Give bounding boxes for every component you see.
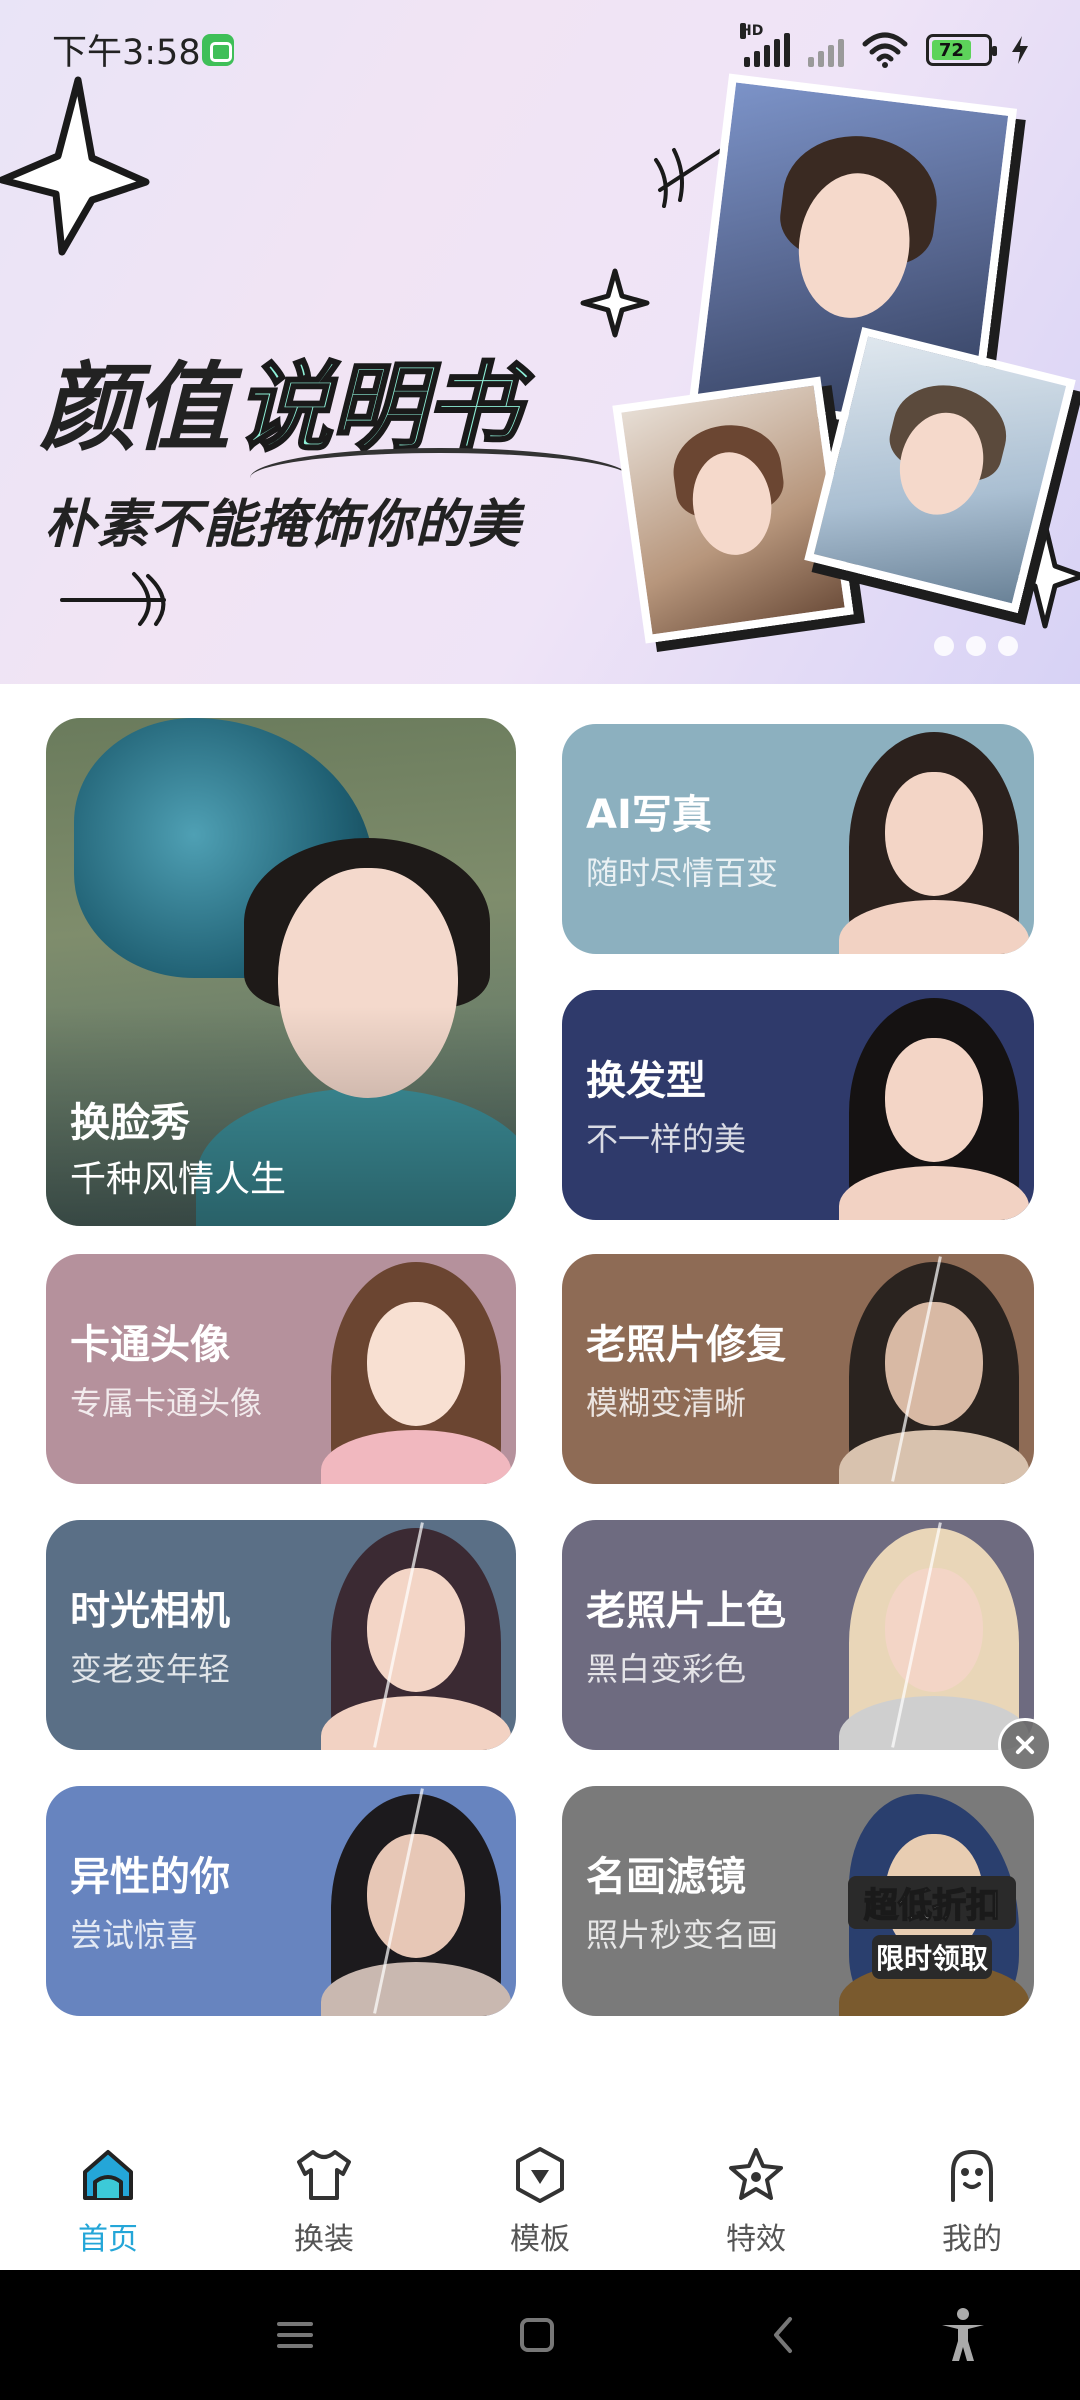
hero-banner[interactable]: 下午3:58 HD 72 颜值说明书 朴素不能掩饰你的美 <box>0 0 1080 684</box>
card-title: 老照片修复 <box>586 1322 786 1368</box>
banner-pagination <box>934 636 1018 656</box>
template-icon <box>516 2147 564 2203</box>
square-home-icon <box>520 2318 554 2352</box>
battery-icon: 72 <box>926 34 997 66</box>
hd-label: HD <box>740 23 764 39</box>
card-artwork <box>819 1254 1034 1484</box>
back-button[interactable] <box>752 2304 814 2366</box>
tab-effects[interactable]: 特效 <box>648 2126 864 2270</box>
star-icon <box>729 2148 783 2200</box>
card-artwork <box>301 1520 516 1750</box>
banner-title-accent: 说明书 <box>235 351 522 466</box>
feature-card-hairstyle[interactable]: 换发型 不一样的美 <box>562 990 1034 1220</box>
card-artwork <box>819 990 1034 1220</box>
status-bar: 下午3:58 HD 72 <box>0 0 1080 100</box>
close-promo-button[interactable] <box>998 1718 1052 1772</box>
bottom-tab-bar: 首页 换装 模板 特效 我的 <box>0 2126 1080 2270</box>
signal-secondary-icon <box>808 33 844 67</box>
charging-icon <box>1012 36 1028 64</box>
wifi-icon <box>862 32 908 68</box>
promo-badge[interactable]: 超低折扣 限时领取 <box>848 1876 1016 1979</box>
system-navigation-bar <box>0 2270 1080 2400</box>
card-title: 卡通头像 <box>70 1322 230 1368</box>
feature-card-cartoon-avatar[interactable]: 卡通头像 专属卡通头像 <box>46 1254 516 1484</box>
card-subtitle: 随时尽情百变 <box>586 854 779 892</box>
card-subtitle: 变老变年轻 <box>70 1650 231 1688</box>
tab-label: 换装 <box>294 2222 354 2257</box>
battery-level: 72 <box>932 40 971 61</box>
tab-label: 特效 <box>726 2222 786 2257</box>
card-subtitle: 千种风情人生 <box>70 1159 287 1200</box>
banner-title-main: 颜值 <box>40 352 230 464</box>
tab-home[interactable]: 首页 <box>0 2126 216 2270</box>
card-subtitle: 尝试惊喜 <box>70 1916 199 1954</box>
pagination-dot <box>934 636 954 656</box>
card-title: 名画滤镜 <box>586 1854 746 1900</box>
card-artwork <box>301 1254 516 1484</box>
pagination-dot <box>966 636 986 656</box>
feature-card-time-camera[interactable]: 时光相机 变老变年轻 <box>46 1520 516 1750</box>
banner-subtitle: 朴素不能掩饰你的美 <box>44 495 522 555</box>
tab-dress-up[interactable]: 换装 <box>216 2126 432 2270</box>
card-subtitle: 黑白变彩色 <box>586 1650 747 1688</box>
tab-templates[interactable]: 模板 <box>432 2126 648 2270</box>
tab-label: 模板 <box>510 2222 570 2257</box>
status-time: 下午3:58 <box>52 33 201 73</box>
card-subtitle: 模糊变清晰 <box>586 1384 747 1422</box>
home-icon <box>83 2150 133 2200</box>
card-title: 老照片上色 <box>586 1588 786 1634</box>
profile-icon <box>951 2149 993 2202</box>
menu-button[interactable] <box>264 2304 326 2366</box>
promo-main-text: 超低折扣 <box>848 1876 1016 1929</box>
accessibility-icon <box>942 2308 984 2361</box>
tab-label: 我的 <box>942 2222 1002 2257</box>
card-subtitle: 专属卡通头像 <box>70 1384 263 1422</box>
card-subtitle: 照片秒变名画 <box>586 1916 779 1954</box>
promo-sub-text: 限时领取 <box>871 1935 992 1979</box>
signal-icon: HD <box>740 23 790 67</box>
back-icon <box>774 2317 792 2353</box>
shirt-icon <box>297 2150 351 2200</box>
card-subtitle: 不一样的美 <box>586 1120 747 1158</box>
feature-card-gender-swap[interactable]: 异性的你 尝试惊喜 <box>46 1786 516 2016</box>
tab-label: 首页 <box>78 2222 138 2257</box>
card-title: 时光相机 <box>70 1588 230 1634</box>
app-notification-icon <box>202 34 234 66</box>
card-artwork <box>819 1520 1034 1750</box>
feature-card-face-swap[interactable]: 换脸秀 千种风情人生 <box>46 718 516 1226</box>
card-artwork <box>301 1786 516 2016</box>
home-nav-button[interactable] <box>506 2304 568 2366</box>
card-artwork <box>819 724 1034 954</box>
feature-card-photo-restore[interactable]: 老照片修复 模糊变清晰 <box>562 1254 1034 1484</box>
tab-profile[interactable]: 我的 <box>864 2126 1080 2270</box>
feature-card-photo-colorize[interactable]: 老照片上色 黑白变彩色 <box>562 1520 1034 1750</box>
arrow-icon <box>60 572 166 626</box>
sparkle-icon <box>580 268 650 338</box>
pagination-dot <box>998 636 1018 656</box>
menu-icon <box>277 2322 313 2348</box>
card-title: AI写真 <box>586 792 712 838</box>
accessibility-button[interactable] <box>932 2304 994 2366</box>
card-title: 异性的你 <box>70 1854 230 1900</box>
feature-card-ai-portrait[interactable]: AI写真 随时尽情百变 <box>562 724 1034 954</box>
card-title: 换脸秀 <box>70 1100 190 1146</box>
card-title: 换发型 <box>586 1058 706 1104</box>
